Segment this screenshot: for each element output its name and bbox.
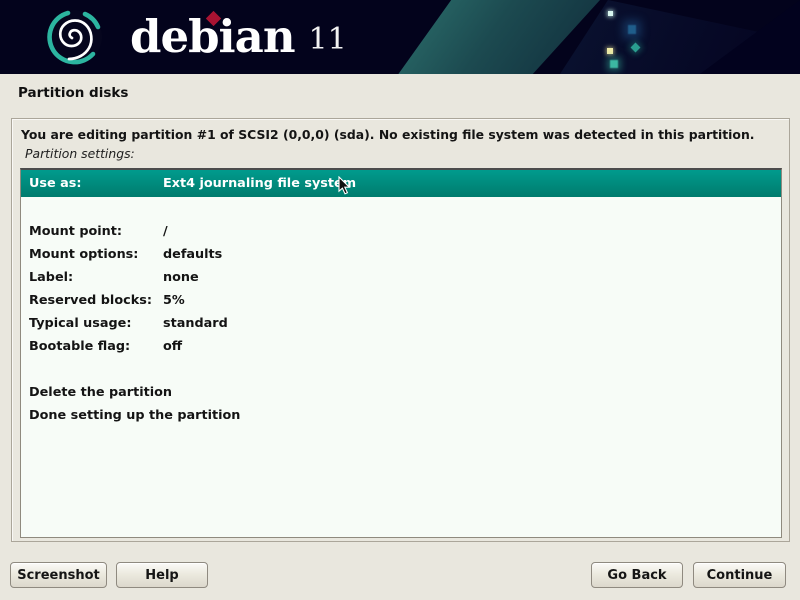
mouse-cursor bbox=[338, 176, 355, 196]
setting-value: / bbox=[163, 220, 168, 243]
help-button[interactable]: Help bbox=[116, 562, 208, 588]
continue-button[interactable]: Continue bbox=[693, 562, 786, 588]
banner-art-teal-wedge bbox=[384, 0, 624, 74]
partition-settings-list: Use as: Ext4 journaling file system Moun… bbox=[20, 168, 782, 538]
brand-version: 11 bbox=[309, 0, 347, 74]
action-label: Done setting up the partition bbox=[29, 404, 240, 427]
debian-swirl-logo-icon bbox=[42, 4, 108, 70]
setting-value: Ext4 journaling file system bbox=[163, 170, 356, 197]
go-back-button[interactable]: Go Back bbox=[591, 562, 683, 588]
setting-value: off bbox=[163, 335, 182, 358]
banner-art-right-wedge bbox=[700, 0, 800, 74]
partition-settings-label: Partition settings: bbox=[25, 146, 135, 161]
list-item-delete-partition[interactable]: Delete the partition bbox=[21, 381, 781, 404]
list-spacer bbox=[21, 358, 781, 381]
list-item-label[interactable]: Label: none bbox=[21, 266, 781, 289]
banner-pixel-blue bbox=[628, 25, 636, 34]
setting-value: standard bbox=[163, 312, 228, 335]
banner-art-navy-wedge bbox=[560, 0, 800, 74]
info-message: You are editing partition #1 of SCSI2 (0… bbox=[21, 127, 754, 142]
list-spacer bbox=[21, 197, 781, 220]
header-strip: Partition disks bbox=[0, 74, 800, 118]
list-item-mount-point[interactable]: Mount point: / bbox=[21, 220, 781, 243]
setting-label: Reserved blocks: bbox=[29, 289, 163, 312]
setting-value: 5% bbox=[163, 289, 185, 312]
setting-label: Bootable flag: bbox=[29, 335, 163, 358]
list-item-reserved-blocks[interactable]: Reserved blocks: 5% bbox=[21, 289, 781, 312]
setting-label: Typical usage: bbox=[29, 312, 163, 335]
list-item-mount-options[interactable]: Mount options: defaults bbox=[21, 243, 781, 266]
page-title: Partition disks bbox=[18, 85, 128, 101]
footer-left-buttons: Screenshot Help bbox=[10, 562, 208, 588]
list-item-typical-usage[interactable]: Typical usage: standard bbox=[21, 312, 781, 335]
setting-label: Mount options: bbox=[29, 243, 163, 266]
footer-right-buttons: Go Back Continue bbox=[591, 562, 786, 588]
setting-value: none bbox=[163, 266, 199, 289]
setting-value: defaults bbox=[163, 243, 222, 266]
content-frame: You are editing partition #1 of SCSI2 (0… bbox=[11, 118, 790, 542]
list-item-bootable-flag[interactable]: Bootable flag: off bbox=[21, 335, 781, 358]
banner-pixel-diamond bbox=[631, 43, 641, 53]
banner-pixel-white bbox=[608, 11, 613, 16]
setting-label: Use as: bbox=[29, 170, 163, 197]
setting-label: Mount point: bbox=[29, 220, 163, 243]
list-item-done-partition[interactable]: Done setting up the partition bbox=[21, 404, 781, 427]
setting-label: Label: bbox=[29, 266, 163, 289]
banner-pixel-teal bbox=[610, 60, 618, 68]
banner-pixel-yellow bbox=[607, 48, 613, 54]
action-label: Delete the partition bbox=[29, 381, 172, 404]
list-item-use-as[interactable]: Use as: Ext4 journaling file system bbox=[21, 170, 781, 197]
banner: debian 11 bbox=[0, 0, 800, 74]
screenshot-button[interactable]: Screenshot bbox=[10, 562, 107, 588]
